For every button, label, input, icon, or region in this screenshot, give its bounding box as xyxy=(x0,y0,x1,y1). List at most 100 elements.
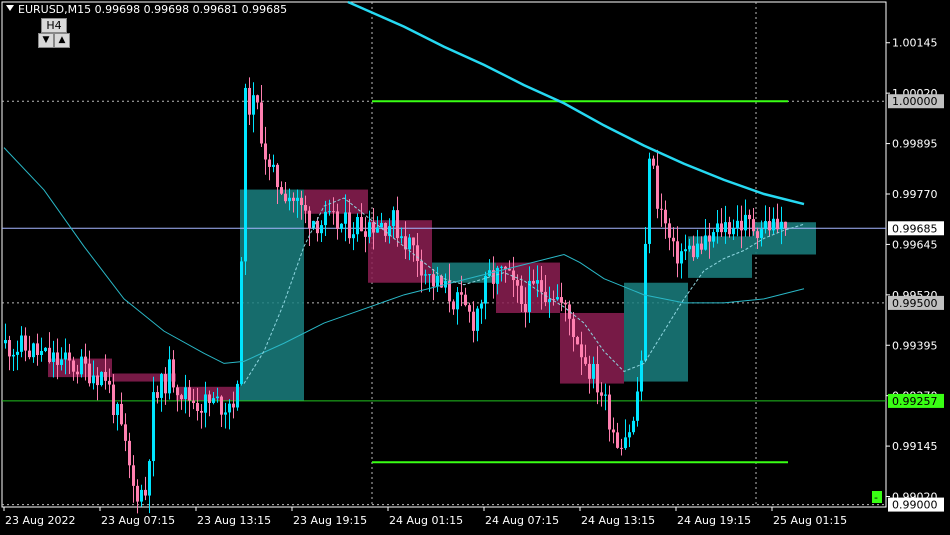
candle-bear xyxy=(532,280,535,284)
x-tick-label: 24 Aug 19:15 xyxy=(677,514,751,527)
candle-bull xyxy=(624,437,627,449)
candle-bull xyxy=(484,275,487,304)
candle-bear xyxy=(332,211,335,213)
chart-frame: 1.00145 1.00020 0.99895 0.99770 0.99645 0.995… xyxy=(0,0,950,531)
candle-bear xyxy=(524,303,527,313)
candle-bull xyxy=(64,352,67,360)
candle-bear xyxy=(192,400,195,404)
candle-bull xyxy=(244,87,247,262)
candle-bear xyxy=(56,352,59,365)
candle-bear xyxy=(280,187,283,194)
candle-bull xyxy=(640,360,643,392)
candle-bear xyxy=(68,352,71,361)
candle-bull xyxy=(368,222,371,237)
candle-bear xyxy=(664,209,667,224)
candle-bear xyxy=(84,356,87,364)
candle-bull xyxy=(52,352,55,362)
candle-bear xyxy=(284,193,287,202)
candle-bull xyxy=(424,274,427,276)
candle-bear xyxy=(668,223,671,238)
candle-bull xyxy=(732,228,735,235)
candle-bull xyxy=(476,308,479,331)
candle-bear xyxy=(196,403,199,411)
candle-bull xyxy=(644,243,647,361)
candle-bull xyxy=(252,95,255,115)
candle-bear xyxy=(596,364,599,393)
candle-bear xyxy=(660,208,663,210)
candle-bear xyxy=(552,299,555,301)
candle-bull xyxy=(4,340,7,344)
candle-bear xyxy=(588,363,591,379)
candle-bear xyxy=(292,197,295,201)
candle-bull xyxy=(496,267,499,284)
candle-bear xyxy=(308,210,311,229)
candle-bull xyxy=(536,280,539,284)
candle-bull xyxy=(16,351,19,355)
candle-bear xyxy=(120,403,123,425)
candle-bull xyxy=(632,420,635,433)
candle-bull xyxy=(392,210,395,227)
candle-bull xyxy=(716,223,719,233)
timeframe-down-button[interactable]: ▼ xyxy=(38,33,54,48)
candle-bear xyxy=(776,218,779,230)
candle-bull xyxy=(356,217,359,235)
candle-bull xyxy=(680,251,683,264)
menu-triangle-icon[interactable] xyxy=(6,5,14,11)
timeframe-up-button[interactable]: ▲ xyxy=(54,33,70,48)
candle-bull xyxy=(320,225,323,234)
candle-bear xyxy=(364,231,367,237)
candle-bear xyxy=(232,403,235,408)
symbol-ohlc-text: EURUSD,M15 0.99698 0.99698 0.99681 0.996… xyxy=(18,3,288,16)
y-tick-label: 0.99895 xyxy=(892,138,938,151)
candle-bull xyxy=(80,356,83,375)
x-tick-label: 23 Aug 07:15 xyxy=(101,514,175,527)
candle-bull xyxy=(152,392,155,462)
candle-bull xyxy=(352,234,355,239)
candle-bull xyxy=(32,343,35,358)
candle-bear xyxy=(740,220,743,231)
candle-bear xyxy=(652,158,655,166)
candle-bear xyxy=(256,95,259,103)
candle-bull xyxy=(272,164,275,167)
candle-bull xyxy=(736,220,739,229)
candle-bear xyxy=(220,396,223,415)
candle-bear xyxy=(156,392,159,398)
candle-bull xyxy=(772,218,775,231)
price-tag-label: 0.99000 xyxy=(892,499,938,512)
timeframe-label: H4 xyxy=(41,18,67,33)
y-tick-label: 1.00145 xyxy=(892,37,938,50)
candle-bull xyxy=(400,236,403,239)
candle-bear xyxy=(180,395,183,400)
candle-bear xyxy=(676,241,679,264)
candle-bear xyxy=(544,291,547,303)
candle-bear xyxy=(692,245,695,258)
candle-bear xyxy=(200,410,203,413)
candle-bear xyxy=(164,374,167,394)
candle-bear xyxy=(572,318,575,338)
candle-bull xyxy=(324,211,327,226)
candle-bear xyxy=(708,235,711,242)
candle-bear xyxy=(520,285,523,304)
candle-bull xyxy=(212,398,215,403)
x-tick-label: 23 Aug 19:15 xyxy=(293,514,367,527)
x-tick-label: 24 Aug 01:15 xyxy=(389,514,463,527)
candle-bull xyxy=(636,391,639,421)
candle-bear xyxy=(396,210,399,239)
candle-bull xyxy=(712,232,715,242)
candle-bear xyxy=(360,217,363,232)
candle-bull xyxy=(40,350,43,355)
candle-bear xyxy=(8,340,11,357)
candle-bear xyxy=(768,221,771,231)
candle-bear xyxy=(304,205,307,211)
candle-bear xyxy=(616,432,619,448)
candle-bear xyxy=(72,360,75,372)
candle-bear xyxy=(316,220,319,234)
y-tick-label: 0.99145 xyxy=(892,440,938,453)
candle-bull xyxy=(480,303,483,309)
candle-bear xyxy=(112,384,115,416)
price-chart[interactable]: 1.001451.000200.998950.997700.996450.995… xyxy=(0,0,950,531)
x-tick-label: 23 Aug 13:15 xyxy=(197,514,271,527)
candle-bull xyxy=(648,158,651,244)
candle-bear xyxy=(432,274,435,287)
candle-bull xyxy=(288,197,291,202)
